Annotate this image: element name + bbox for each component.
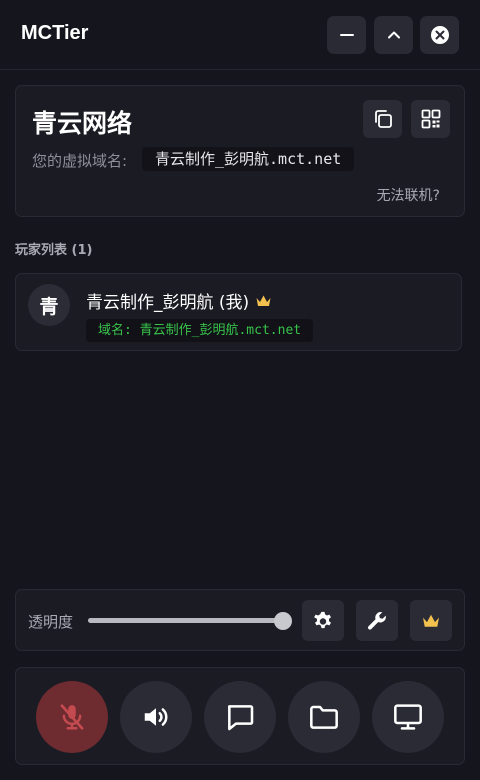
title-bar[interactable]: MCTier — [0, 0, 480, 70]
minimize-button[interactable] — [327, 16, 366, 54]
close-button[interactable] — [420, 16, 459, 54]
host-button[interactable] — [410, 600, 452, 641]
app-title: MCTier — [21, 22, 89, 44]
speaker-icon — [144, 708, 168, 726]
folder-icon — [310, 705, 338, 729]
minimize-icon — [339, 34, 354, 36]
network-name: 青云网络 — [32, 109, 133, 138]
domain-value: 青云制作_彭明航.mct.net — [142, 147, 355, 171]
opacity-bar: 透明度 — [15, 589, 465, 651]
collapse-button[interactable] — [374, 16, 413, 54]
player-list-item[interactable]: 青 青云制作_彭明航 (我) 域名: 青云制作_彭明航.mct.net — [15, 273, 462, 351]
copy-domain-button[interactable] — [363, 100, 402, 138]
settings-button[interactable] — [302, 600, 344, 641]
qr-code-button[interactable] — [411, 100, 450, 138]
avatar: 青 — [28, 284, 70, 326]
network-card: 青云网络 您的虚拟域名: 青云制作_彭明航.mct.net 无法联机? — [15, 85, 465, 217]
player-name-row: 青云制作_彭明航 (我) — [86, 288, 272, 313]
opacity-label: 透明度 — [28, 613, 74, 631]
crown-icon — [423, 614, 439, 627]
control-bar — [15, 667, 465, 765]
folder-button[interactable] — [288, 681, 360, 753]
monitor-icon — [394, 704, 422, 730]
tools-button[interactable] — [356, 600, 398, 641]
qr-code-icon — [421, 109, 440, 129]
screen-share-button[interactable] — [372, 681, 444, 753]
player-domain: 域名: 青云制作_彭明航.mct.net — [86, 319, 314, 342]
microphone-toggle-button[interactable] — [36, 681, 108, 753]
chat-button[interactable] — [204, 681, 276, 753]
mic-off-icon — [60, 704, 84, 730]
opacity-slider-fill — [88, 618, 283, 623]
wrench-icon — [367, 611, 386, 630]
cannot-connect-link[interactable]: 无法联机? — [377, 185, 440, 205]
mctier-window: MCTier 青云网络 您的虚拟域名: 青云制作_彭明航.mct.net 无法联… — [0, 0, 480, 780]
speaker-button[interactable] — [120, 681, 192, 753]
collapse-icon — [387, 31, 400, 39]
player-list-title: 玩家列表 (1) — [15, 243, 93, 258]
domain-label: 您的虚拟域名: — [32, 152, 128, 170]
gear-icon — [314, 611, 331, 628]
player-name: 青云制作_彭明航 (我) — [86, 293, 250, 313]
opacity-slider-thumb[interactable] — [274, 612, 292, 630]
copy-icon — [374, 110, 392, 128]
chat-icon — [227, 705, 254, 731]
opacity-slider[interactable] — [88, 612, 292, 630]
crown-icon — [256, 295, 271, 306]
close-icon — [430, 26, 449, 44]
